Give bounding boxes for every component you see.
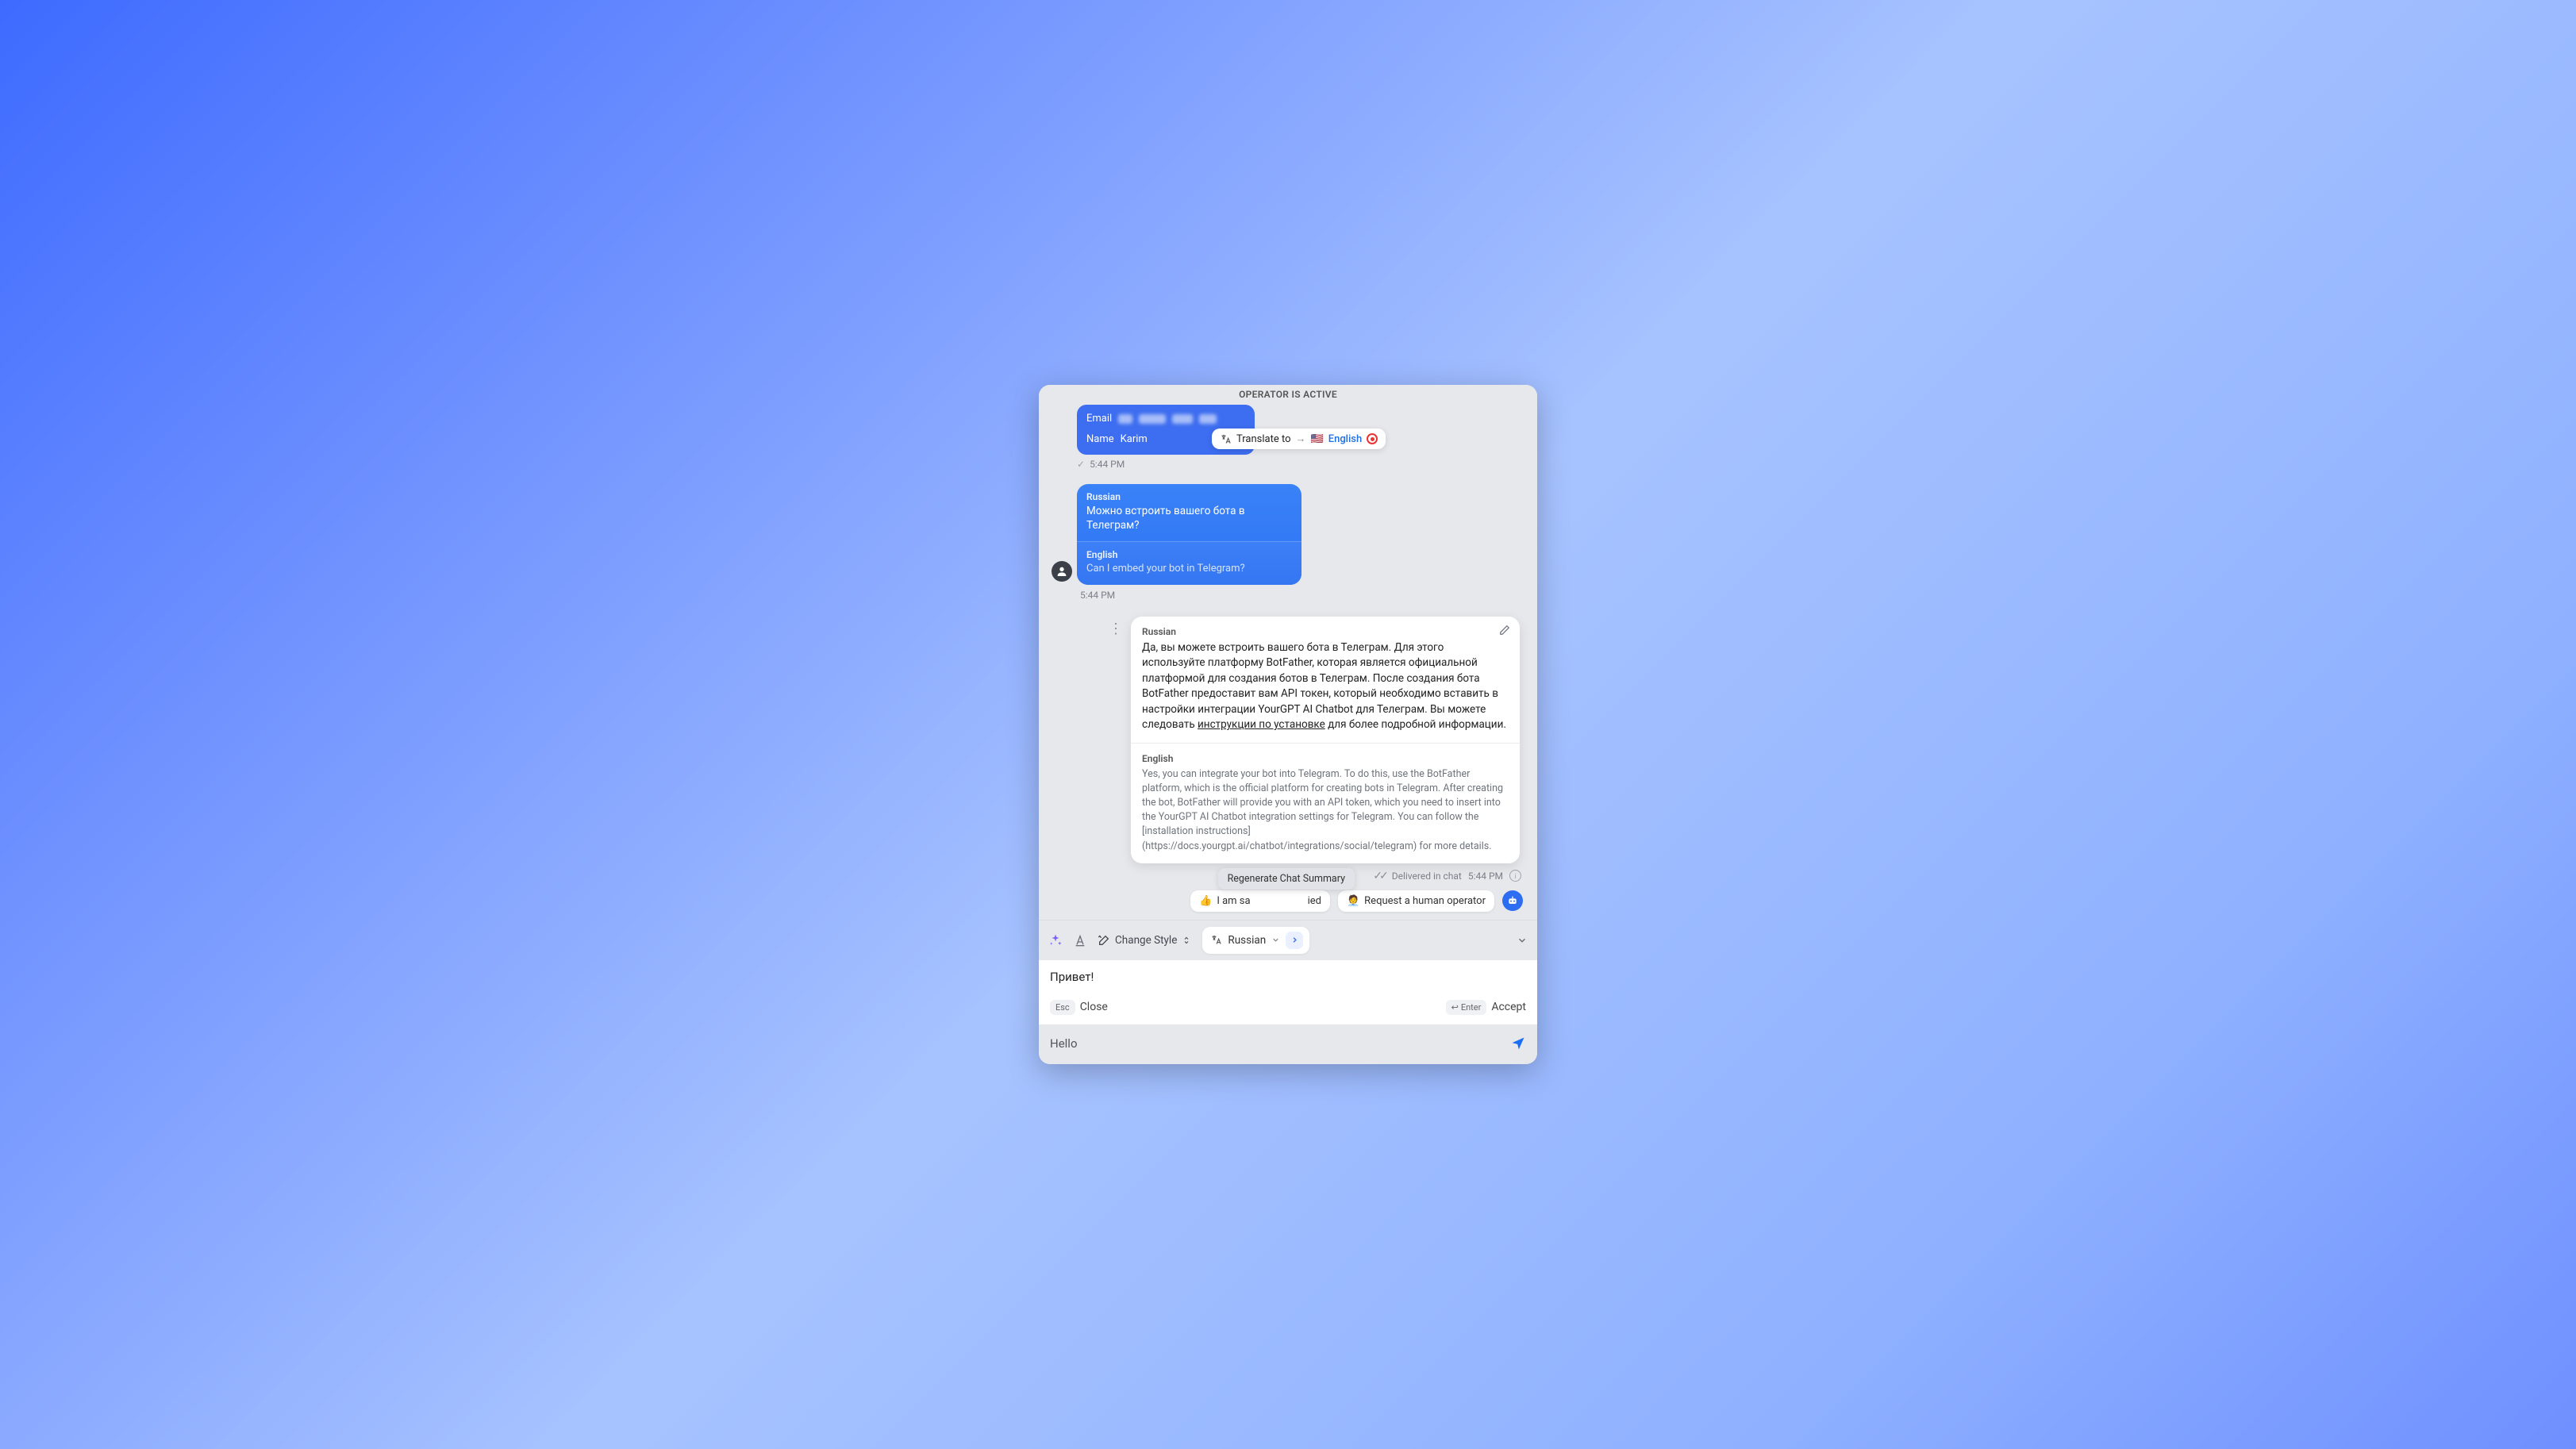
message-menu-icon[interactable]: ⋮ [1297, 494, 1301, 503]
collapse-icon[interactable] [1517, 935, 1528, 946]
language-label: Russian [1228, 934, 1266, 947]
translate-prefix: Translate to [1236, 433, 1291, 445]
message-input[interactable]: Hello [1050, 1036, 1078, 1051]
lang-label-english: English [1142, 753, 1509, 764]
translate-language[interactable]: English [1328, 433, 1363, 445]
suggestion-chips: Regenerate Chat Summary 👍 I am sa ied 🧑‍… [1048, 890, 1523, 912]
email-blur [1139, 414, 1166, 424]
lang-label-russian: Russian [1086, 491, 1292, 502]
email-label: Email [1086, 411, 1112, 427]
translate-icon [1210, 934, 1222, 946]
bot-avatar [1502, 890, 1523, 911]
translate-popup[interactable]: Translate to → 🇺🇸 English [1212, 429, 1386, 449]
chip-text: ied [1308, 895, 1321, 907]
change-style-label: Change Style [1115, 934, 1177, 947]
chat-area: Translate to → 🇺🇸 English Email Name Kar… [1039, 405, 1537, 919]
arrow-icon: → [1296, 432, 1306, 445]
change-style-button[interactable]: Change Style [1098, 934, 1191, 947]
edit-icon[interactable] [1496, 621, 1513, 639]
chip-text: Request a human operator [1364, 895, 1486, 907]
chip-text: I am sa [1217, 895, 1250, 907]
compose-preview: Привет! Esc Close ↩ Enter Accept [1039, 960, 1537, 1024]
close-action[interactable]: Esc Close [1050, 1000, 1108, 1015]
bot-card: Russian Да, вы можете встроить вашего бо… [1131, 617, 1520, 863]
install-link[interactable]: инструкции по установке [1198, 718, 1325, 731]
translate-go-button[interactable] [1286, 932, 1303, 949]
enter-key-hint: ↩ Enter [1446, 1000, 1487, 1015]
message-input-bar: Hello [1039, 1024, 1537, 1064]
email-blur [1199, 414, 1217, 424]
accept-action[interactable]: ↩ Enter Accept [1446, 1000, 1526, 1015]
check-icon: ✓ [1077, 459, 1085, 470]
user-text-english: Can I embed your bot in Telegram? [1086, 562, 1292, 576]
double-check-icon: ✓✓ [1373, 870, 1385, 882]
regenerate-tooltip: Regenerate Chat Summary [1218, 868, 1355, 890]
close-label: Close [1080, 1001, 1108, 1013]
lang-label-english: English [1086, 549, 1292, 560]
human-icon: 🧑‍💼 [1347, 895, 1359, 907]
user-text-russian: Можно встроить вашего бота в Телеграм? [1086, 504, 1292, 534]
user-avatar [1052, 561, 1072, 582]
accept-label: Accept [1491, 1001, 1526, 1013]
header-status: OPERATOR IS ACTIVE [1039, 385, 1537, 405]
user-message: ⋮ Russian Можно встроить вашего бота в Т… [1048, 484, 1528, 601]
compose-toolbar: Change Style Russian [1039, 920, 1537, 960]
lang-label-russian: Russian [1142, 626, 1509, 637]
bot-message: ⋮ Russian Да, вы можете встроить вашего … [1048, 617, 1528, 912]
chip-request-human[interactable]: 🧑‍💼 Request a human operator [1338, 890, 1494, 912]
flag-icon: 🇺🇸 [1311, 433, 1324, 445]
translate-icon [1220, 433, 1232, 445]
msg-time: 5:44 PM [1080, 590, 1528, 601]
send-button[interactable] [1510, 1036, 1526, 1051]
name-value: Karim [1121, 432, 1148, 448]
bot-text-english: Yes, you can integrate your bot into Tel… [1142, 767, 1509, 854]
delivered-time: 5:44 PM [1468, 871, 1503, 882]
record-icon[interactable] [1367, 433, 1378, 444]
compose-text[interactable]: Привет! [1050, 970, 1526, 984]
email-blur [1118, 414, 1132, 424]
language-selector[interactable]: Russian [1202, 927, 1309, 954]
user-bubble: ⋮ Russian Можно встроить вашего бота в Т… [1077, 484, 1301, 585]
info-icon[interactable]: i [1509, 870, 1521, 882]
time-text: 5:44 PM [1090, 459, 1125, 470]
name-label: Name [1086, 432, 1114, 448]
bot-text-russian: Да, вы можете встроить вашего бота в Тел… [1142, 640, 1509, 733]
message-menu-icon[interactable]: ⋮ [1104, 625, 1128, 634]
ai-sparkle-icon[interactable] [1048, 933, 1063, 947]
chevron-down-icon [1271, 936, 1280, 944]
thumbs-up-icon: 👍 [1199, 895, 1212, 907]
text-format-icon[interactable] [1074, 934, 1086, 947]
chip-satisfied[interactable]: 👍 I am sa ied [1190, 890, 1330, 912]
esc-key-hint: Esc [1050, 1000, 1075, 1015]
chat-window: OPERATOR IS ACTIVE Translate to → 🇺🇸 Eng… [1039, 385, 1537, 1063]
delivered-text: Delivered in chat [1392, 871, 1462, 882]
msg-time: ✓ 5:44 PM [1077, 459, 1528, 470]
sort-icon [1182, 936, 1191, 945]
email-blur [1172, 414, 1193, 424]
